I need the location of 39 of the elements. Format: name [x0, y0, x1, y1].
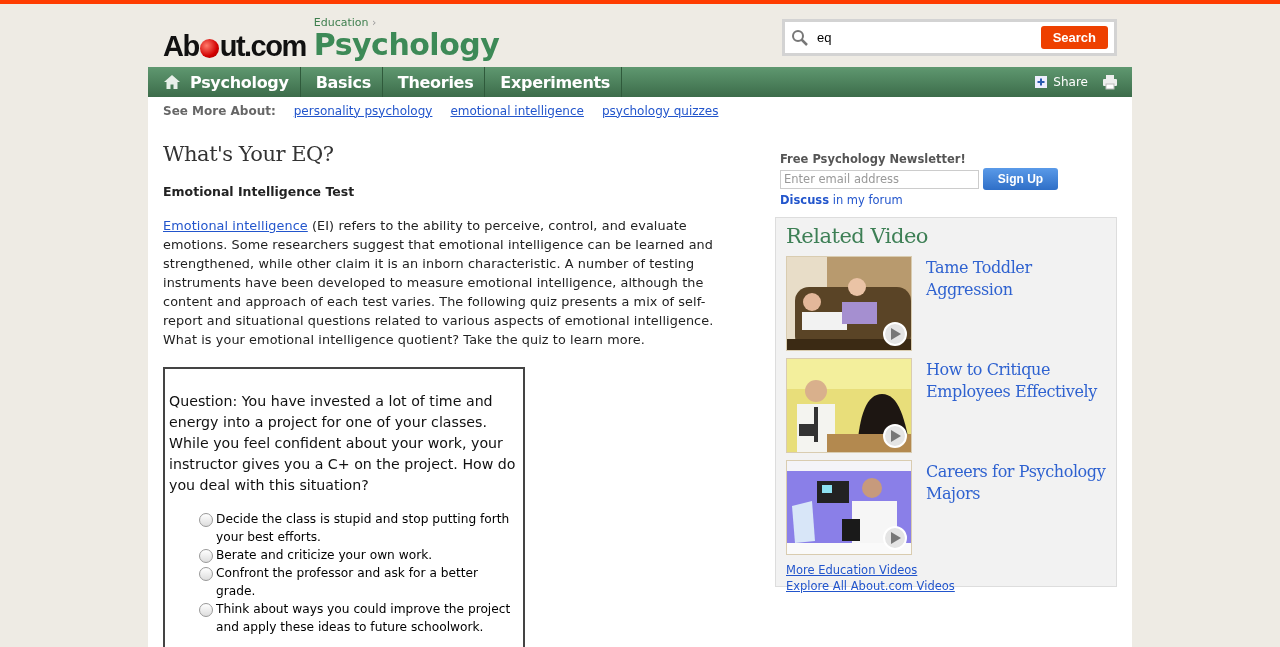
- share-link[interactable]: Share: [1035, 75, 1088, 89]
- forum-link[interactable]: in my forum: [832, 193, 903, 207]
- option-label[interactable]: Decide the class is stupid and stop putting forth your best efforts.: [216, 510, 519, 546]
- quiz-question: Question: You have invested a lot of time and energy into a project for one of your classes. While you feel confident about your work, your instructor gives you a C+ on the project. How do you deal with this situation?: [169, 392, 517, 495]
- sign-up-button[interactable]: Sign Up: [983, 168, 1058, 190]
- video-title-link[interactable]: Careers for Psychology Majors: [926, 461, 1106, 555]
- about-logo[interactable]: Ab ut.com: [163, 31, 306, 61]
- see-more-label: See More About:: [163, 103, 276, 118]
- search-field[interactable]: eq Search: [782, 19, 1117, 56]
- video-link[interactable]: More Education Videos: [786, 562, 918, 578]
- article-subtitle: Emotional Intelligence Test: [163, 184, 356, 199]
- option-label[interactable]: Think about ways you could improve the project and apply these ideas to future schoolwork.: [216, 600, 519, 636]
- article-title: What's Your EQ?: [163, 142, 335, 166]
- radio-button[interactable]: [199, 567, 213, 581]
- option-label[interactable]: Confront the professor and ask for a better grade.: [216, 564, 519, 600]
- radio-button[interactable]: [199, 603, 213, 617]
- video-title-link[interactable]: How to Critique Employees Effectively: [926, 359, 1106, 453]
- intro-link[interactable]: Emotional intelligence: [163, 218, 308, 233]
- home-icon: [163, 74, 181, 90]
- related-video-title: Related Video: [786, 224, 929, 248]
- plus-icon: [1035, 76, 1048, 88]
- site-title[interactable]: Psychology: [313, 27, 500, 61]
- print-icon[interactable]: [1102, 74, 1118, 90]
- intro-paragraph: Emotional intelligence (EI) refers to the ability to perceive, control, and evaluate emotions. Some researchers suggest that emotional intelligence can be learned and strengthened, while other claim it is an inborn characteristic. A number of testing instruments have been developed to measure emotional intelligence, although the content and approach of each test varies. The following quiz presents a mix of self-report and situational questions related to various aspects of emotional intelligence. What is your emotional intelligence quotient? Take the quiz to learn more.: [163, 217, 715, 349]
- breadcrumb-link[interactable]: Education: [313, 15, 369, 29]
- topic-link[interactable]: emotional intelligence: [450, 103, 584, 118]
- breadcrumb-arrow: ›: [372, 15, 377, 29]
- discuss-link[interactable]: Discuss: [780, 193, 830, 207]
- search-icon: [791, 28, 809, 47]
- video-link[interactable]: Explore All About.com Videos: [786, 578, 955, 594]
- video-title-link[interactable]: Tame Toddler Aggression: [926, 257, 1106, 351]
- option-label[interactable]: Berate and criticize your own work.: [216, 546, 433, 564]
- topic-link[interactable]: psychology quizzes: [601, 103, 719, 118]
- newsletter-title: Free Psychology Newsletter!: [780, 152, 967, 166]
- radio-button[interactable]: [199, 549, 213, 563]
- radio-button[interactable]: [199, 513, 213, 527]
- topic-link[interactable]: personality psychology: [293, 103, 433, 118]
- search-button[interactable]: Search: [1040, 26, 1108, 49]
- email-field[interactable]: Enter email address: [780, 169, 979, 189]
